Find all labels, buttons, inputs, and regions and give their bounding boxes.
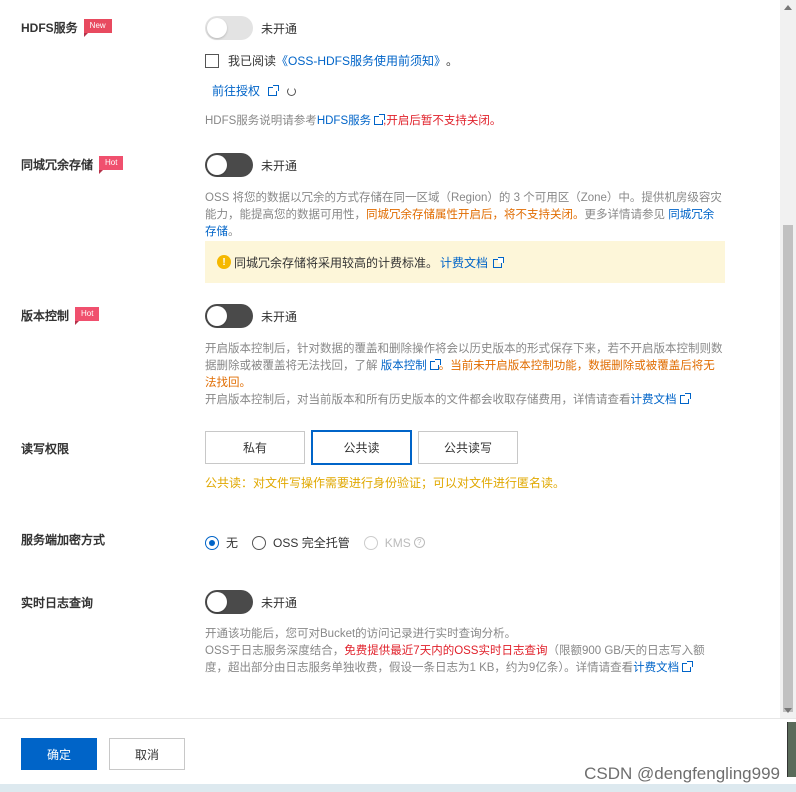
redundancy-desc-warning: 同城冗余存储属性开启后，将不支持关闭。 [366,209,585,221]
switch-knob [207,592,227,612]
logging-desc-warning: 免费提供最近7天内的OSS实时日志查询 [344,645,548,657]
logging-status: 未开通 [261,595,298,610]
warning-icon: ! [217,255,231,269]
agreement-prefix: 我已阅读 [228,54,277,68]
logging-desc-2: OSS于日志服务深度结合， [205,645,345,657]
radio-unchecked[interactable] [252,535,267,550]
acl-segmented: 私有 公共读 公共读写 [205,430,525,465]
help-icon[interactable]: ? [413,537,425,548]
settings-panel: HDFS服务 New 未开通 我已阅读 《OSS-HDFS服务使用前须知》 。 … [0,0,780,718]
redundancy-desc-2: 更多详情请参见 [584,209,666,221]
redundancy-toggle-line: 未开通 [205,153,297,177]
logging-desc-1: 开通该功能后，您可对Bucket的访问记录进行实时查询分析。 [205,628,517,640]
encryption-option-kms-label: KMS [384,535,411,550]
hdfs-doc-link[interactable]: HDFS服务 [317,115,371,127]
refresh-icon[interactable] [287,87,297,96]
acl-hint: 公共读：对文件写操作需要进行身份验证；可以对文件进行匿名读。 [205,476,566,490]
encryption-radio-group: 无 OSS 完全托管 KMS ? [205,534,439,551]
scroll-down-arrow-icon[interactable] [784,708,792,713]
encryption-option-none[interactable]: 无 [205,534,238,551]
encryption-option-oss[interactable]: OSS 完全托管 [252,534,350,551]
versioning-label-text: 版本控制 [21,309,70,323]
versioning-billing-link[interactable]: 计费文档 [631,394,677,406]
hdfs-desc-warning: ,开启后暂不支持关闭。 [383,115,502,127]
logging-billing-link[interactable]: 计费文档 [633,662,679,674]
external-link-icon[interactable] [429,359,441,370]
side-widget [787,722,796,777]
redundancy-switch[interactable] [205,153,253,177]
radio-checked[interactable] [205,535,219,550]
scroll-thumb[interactable] [783,225,793,712]
external-link-icon[interactable] [679,393,691,404]
agreement-checkbox[interactable] [205,53,219,68]
hdfs-status: 未开通 [261,21,298,36]
redundancy-label-text: 同城冗余存储 [21,158,94,172]
logging-label: 实时日志查询 [21,596,94,610]
redundancy-desc: OSS 将您的数据以冗余的方式存储在同一区域（Region）的 3 个可用区（Z… [205,190,725,241]
hdfs-desc-prefix: HDFS服务说明请参考 [205,115,317,127]
hdfs-switch[interactable] [205,16,253,40]
new-badge: New [83,18,112,37]
hot-badge: Hot [99,155,124,174]
versioning-status: 未开通 [261,309,298,324]
external-link-icon[interactable] [268,85,280,96]
hdfs-label-text: HDFS服务 [21,21,78,35]
notice-billing-link[interactable]: 计费文档 [440,254,488,271]
switch-knob [207,155,227,175]
redundancy-desc-end: 。 [228,226,240,238]
encryption-option-oss-label: OSS 完全托管 [273,536,350,550]
acl-label: 读写权限 [21,442,70,456]
acl-option-public-read[interactable]: 公共读 [311,430,412,465]
watermark: CSDN @dengfengling999 [584,764,780,783]
agreement-suffix: 。 [446,54,459,68]
hdfs-toggle-line: 未开通 [205,16,297,40]
hdfs-label: HDFS服务 New [21,18,112,37]
acl-option-private[interactable]: 私有 [205,431,305,464]
auth-link[interactable]: 前往授权 [212,82,260,99]
versioning-desc: 开启版本控制后，针对数据的覆盖和删除操作将会以历史版本的形式保存下来，若不开启版… [205,341,725,409]
confirm-button[interactable]: 确定 [21,738,97,770]
switch-knob [207,18,227,38]
versioning-desc-2: 开启版本控制后，对当前版本和所有历史版本的文件都会收取存储费用，详情请查看 [205,394,631,406]
cancel-button[interactable]: 取消 [109,738,185,770]
logging-switch[interactable] [205,590,253,614]
scroll-up-arrow-icon[interactable] [784,5,792,10]
versioning-toggle-line: 未开通 [205,304,297,328]
encryption-option-none-label: 无 [226,536,239,550]
acl-option-public-read-write[interactable]: 公共读写 [418,431,518,464]
redundancy-notice: ! 同城冗余存储将采用较高的计费标准。 计费文档 [205,241,725,283]
encryption-label: 服务端加密方式 [21,533,106,547]
logging-toggle-line: 未开通 [205,590,297,614]
agreement-link[interactable]: 《OSS-HDFS服务使用前须知》 [276,52,446,69]
external-link-icon[interactable] [682,661,694,672]
versioning-switch[interactable] [205,304,253,328]
radio-disabled [363,535,378,550]
notice-text: 同城冗余存储将采用较高的计费标准。 [234,255,439,270]
hot-badge: Hot [75,306,100,325]
external-link-icon[interactable] [493,256,505,268]
vertical-scrollbar[interactable] [780,0,796,718]
redundancy-status: 未开通 [261,158,298,173]
encryption-option-kms: KMS ? [363,535,425,550]
versioning-doc-link[interactable]: 版本控制 [381,360,427,372]
logging-desc: 开通该功能后，您可对Bucket的访问记录进行实时查询分析。 OSS于日志服务深… [205,626,725,677]
versioning-label: 版本控制 Hot [21,306,100,325]
hdfs-agreement: 我已阅读 《OSS-HDFS服务使用前须知》 。 [205,52,458,69]
redundancy-label: 同城冗余存储 Hot [21,155,124,174]
external-link-icon[interactable] [374,114,386,125]
hdfs-desc: HDFS服务说明请参考HDFS服务 ,开启后暂不支持关闭。 [205,113,725,130]
auth-line: 前往授权 [212,82,297,99]
bottom-strip [0,784,796,792]
switch-knob [207,306,227,326]
